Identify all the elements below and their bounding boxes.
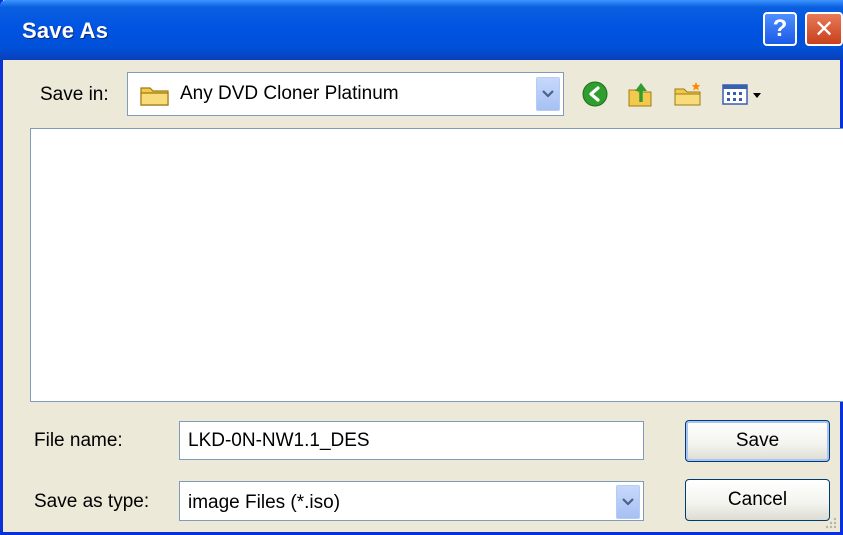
save-as-type-value: image Files (*.iso) — [188, 492, 341, 513]
up-folder-icon[interactable] — [625, 80, 655, 108]
folder-icon — [140, 87, 169, 106]
cancel-button[interactable]: Cancel — [685, 479, 830, 521]
save-as-dialog: Save As ? ✕ Save in: Any DVD Cloner Plat… — [0, 0, 843, 535]
file-name-field[interactable]: LKD-0N-NW1.1_DES — [179, 421, 644, 460]
resize-grip-icon[interactable] — [824, 516, 838, 530]
save-button[interactable]: Save — [685, 420, 830, 462]
save-in-dropdown[interactable]: Any DVD Cloner Platinum — [127, 72, 564, 116]
title-bar[interactable]: Save As ? ✕ — [0, 0, 843, 60]
save-in-dropdown-button[interactable] — [536, 77, 560, 111]
back-icon[interactable] — [580, 80, 610, 108]
save-as-type-label: Save as type: — [34, 491, 150, 512]
file-name-label: File name: — [34, 430, 123, 451]
save-in-label: Save in: — [40, 84, 109, 105]
close-button[interactable]: ✕ — [805, 12, 843, 46]
save-as-type-dropdown[interactable]: image Files (*.iso) — [179, 481, 644, 521]
close-icon: ✕ — [813, 15, 835, 43]
save-in-value: Any DVD Cloner Platinum — [180, 83, 399, 104]
help-button[interactable]: ? — [763, 12, 797, 46]
save-as-type-dropdown-button[interactable] — [616, 485, 640, 519]
new-folder-icon[interactable] — [673, 80, 703, 108]
help-icon: ? — [772, 15, 788, 42]
chevron-down-icon — [622, 498, 634, 506]
view-menu-icon[interactable] — [721, 80, 765, 108]
window-title: Save As — [22, 18, 109, 43]
chevron-down-icon — [542, 90, 554, 98]
file-list-pane[interactable] — [30, 128, 843, 402]
